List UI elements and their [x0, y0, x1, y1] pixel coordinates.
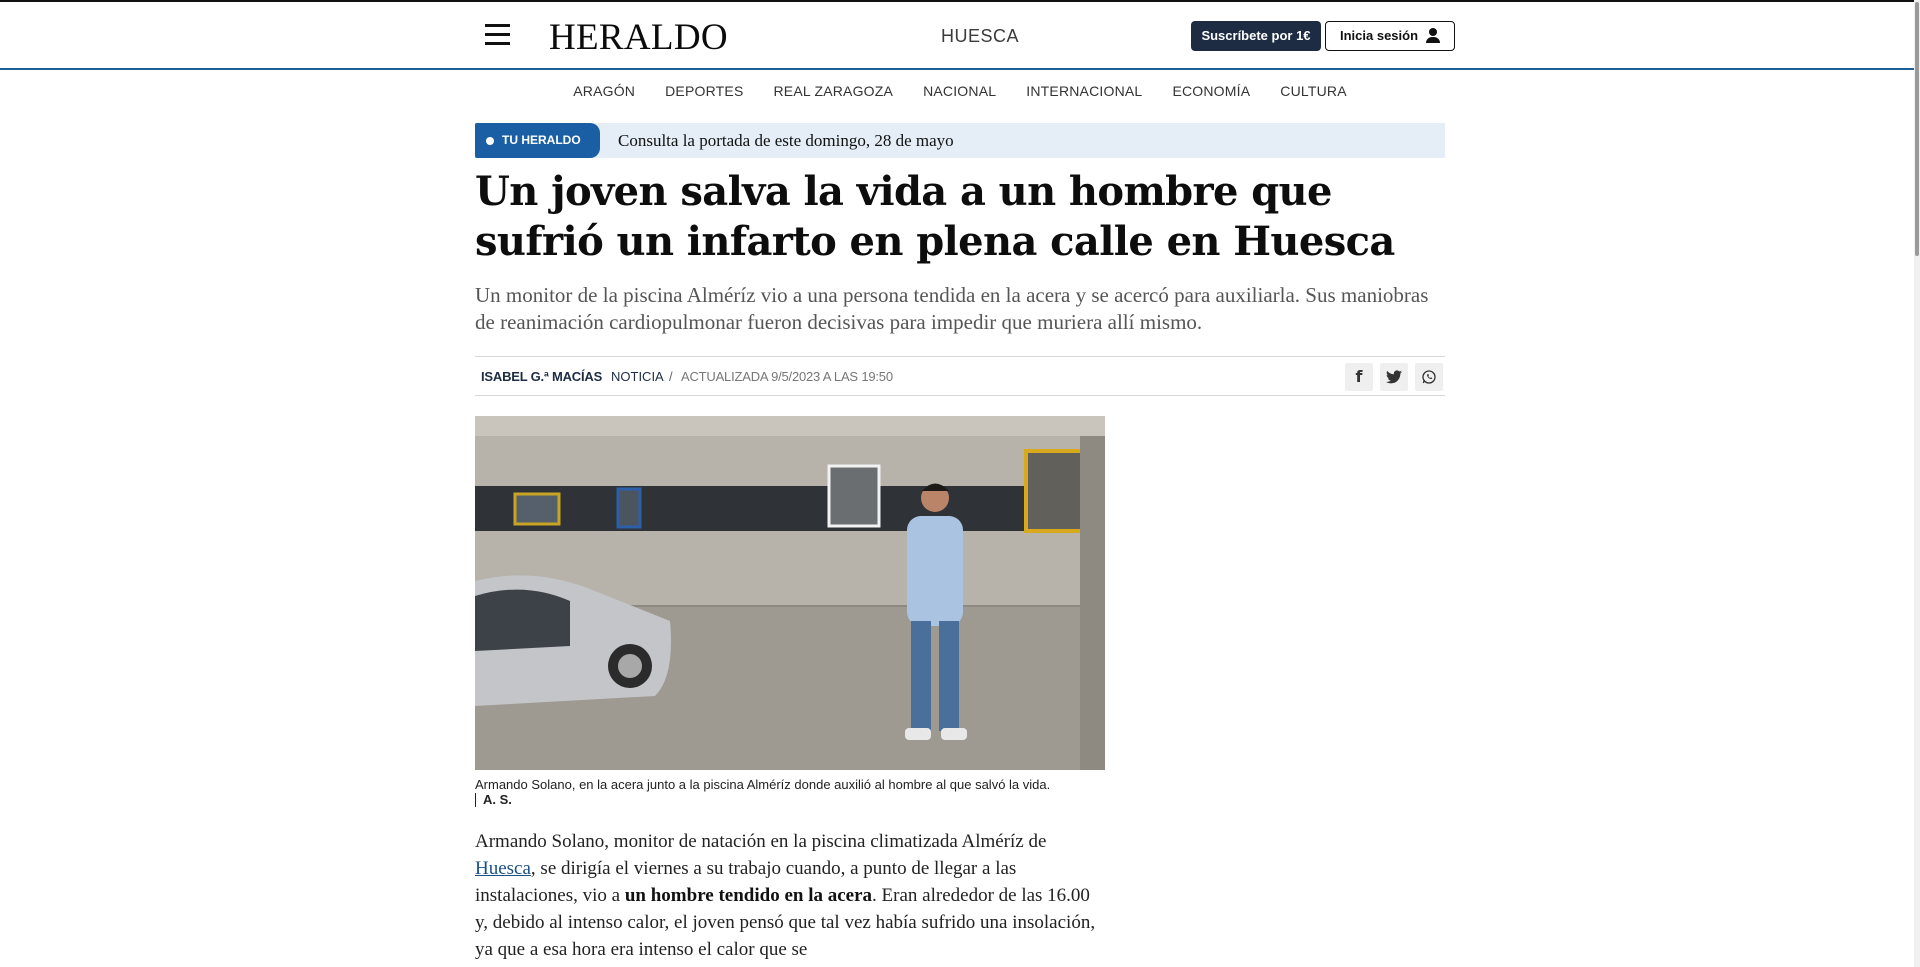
photo-credit: A. S.	[475, 793, 512, 807]
login-button[interactable]: Inicia sesión	[1325, 21, 1455, 51]
tu-heraldo-label: TU HERALDO	[502, 133, 581, 147]
article-meta: ISABEL G.ª MACÍAS NOTICIA / ACTUALIZADA …	[475, 356, 1445, 396]
updated-date: ACTUALIZADA 9/5/2023 A LAS 19:50	[681, 369, 893, 384]
nav-item-cultura[interactable]: CULTURA	[1280, 83, 1346, 107]
article-photo[interactable]	[475, 416, 1105, 770]
user-icon	[1426, 28, 1440, 44]
subscribe-button[interactable]: Suscríbete por 1€	[1191, 21, 1321, 51]
article-type: NOTICIA	[611, 369, 664, 384]
twitter-share-icon[interactable]	[1380, 363, 1408, 391]
meta-separator: /	[669, 369, 673, 384]
promo-banner: TU HERALDO Consulta la portada de este d…	[475, 123, 1445, 158]
site-header: HERALDO HUESCA Suscríbete por 1€ Inicia …	[0, 2, 1920, 70]
section-name[interactable]: HUESCA	[920, 26, 1040, 47]
header-inner: HERALDO HUESCA Suscríbete por 1€ Inicia …	[475, 2, 1455, 70]
article-body: Armando Solano, monitor de natación en l…	[475, 828, 1105, 963]
main-nav: ARAGÓN DEPORTES REAL ZARAGOZA NACIONAL I…	[475, 83, 1445, 107]
login-label: Inicia sesión	[1340, 28, 1419, 43]
nav-item-deportes[interactable]: DEPORTES	[665, 83, 743, 107]
whatsapp-share-icon[interactable]	[1415, 363, 1443, 391]
article-headline: Un joven salva la vida a un hombre que s…	[475, 168, 1395, 265]
nav-item-aragon[interactable]: ARAGÓN	[573, 83, 635, 107]
banner-link[interactable]: Consulta la portada de este domingo, 28 …	[618, 123, 954, 158]
nav-item-economia[interactable]: ECONOMÍA	[1172, 83, 1250, 107]
body-text-1: Armando Solano, monitor de natación en l…	[475, 831, 1047, 852]
scrollbar-thumb[interactable]	[1915, 2, 1919, 256]
facebook-share-icon[interactable]: f	[1345, 363, 1373, 391]
huesca-link[interactable]: Huesca	[475, 858, 531, 879]
site-logo[interactable]: HERALDO	[549, 16, 728, 59]
photo-caption: Armando Solano, en la acera junto a la p…	[475, 777, 1051, 792]
article-subhead: Un monitor de la piscina Alméríz vio a u…	[475, 283, 1429, 334]
nav-item-nacional[interactable]: NACIONAL	[923, 83, 996, 107]
dot-icon	[486, 137, 494, 145]
nav-item-internacional[interactable]: INTERNACIONAL	[1026, 83, 1142, 107]
tu-heraldo-tag[interactable]: TU HERALDO	[475, 123, 600, 158]
author-link[interactable]: ISABEL G.ª MACÍAS	[481, 369, 602, 384]
menu-icon[interactable]	[485, 24, 510, 46]
nav-item-real-zaragoza[interactable]: REAL ZARAGOZA	[774, 83, 894, 107]
body-bold-text: un hombre tendido en la acera	[624, 885, 873, 906]
